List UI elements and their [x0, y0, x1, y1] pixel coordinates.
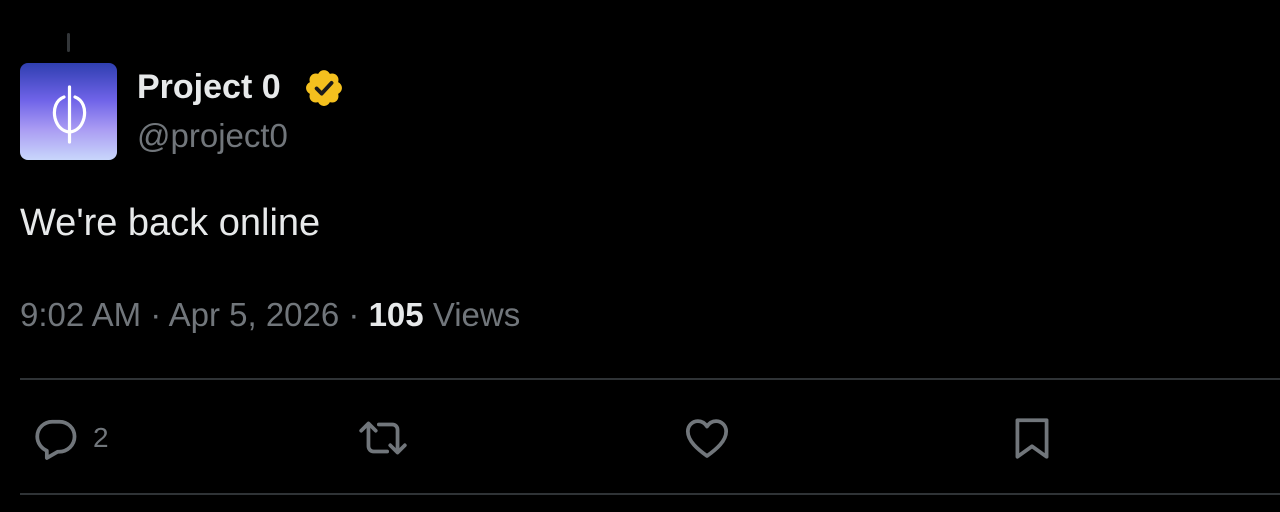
reply-count: 2: [93, 422, 109, 453]
heart-icon: [685, 419, 729, 458]
tweet-time[interactable]: 9:02 AM: [20, 296, 141, 333]
views-label: Views: [432, 296, 521, 333]
author-display-name[interactable]: Project 0: [137, 66, 281, 108]
retweet-button[interactable]: [356, 412, 410, 464]
author-handle[interactable]: @project0: [137, 115, 288, 157]
verified-badge-icon[interactable]: [303, 67, 345, 109]
thread-connector-line: [67, 33, 70, 52]
project0-logo-icon: [52, 85, 87, 144]
reply-icon: [35, 419, 77, 460]
views-count[interactable]: 105: [369, 296, 424, 333]
like-button[interactable]: [682, 412, 732, 464]
tweet-meta: 9:02 AM · Apr 5, 2026 · 105 Views: [20, 294, 520, 336]
retweet-icon: [359, 421, 407, 455]
reply-button[interactable]: 2: [31, 412, 109, 464]
bookmark-icon: [1015, 418, 1049, 459]
avatar[interactable]: [20, 63, 117, 160]
bookmark-button[interactable]: [1007, 412, 1057, 464]
divider: [20, 493, 1280, 495]
meta-separator: ·: [348, 296, 360, 333]
tweet-text: We're back online: [20, 202, 321, 244]
divider: [20, 378, 1280, 380]
tweet-date[interactable]: Apr 5, 2026: [169, 296, 340, 333]
meta-separator: ·: [150, 296, 162, 333]
